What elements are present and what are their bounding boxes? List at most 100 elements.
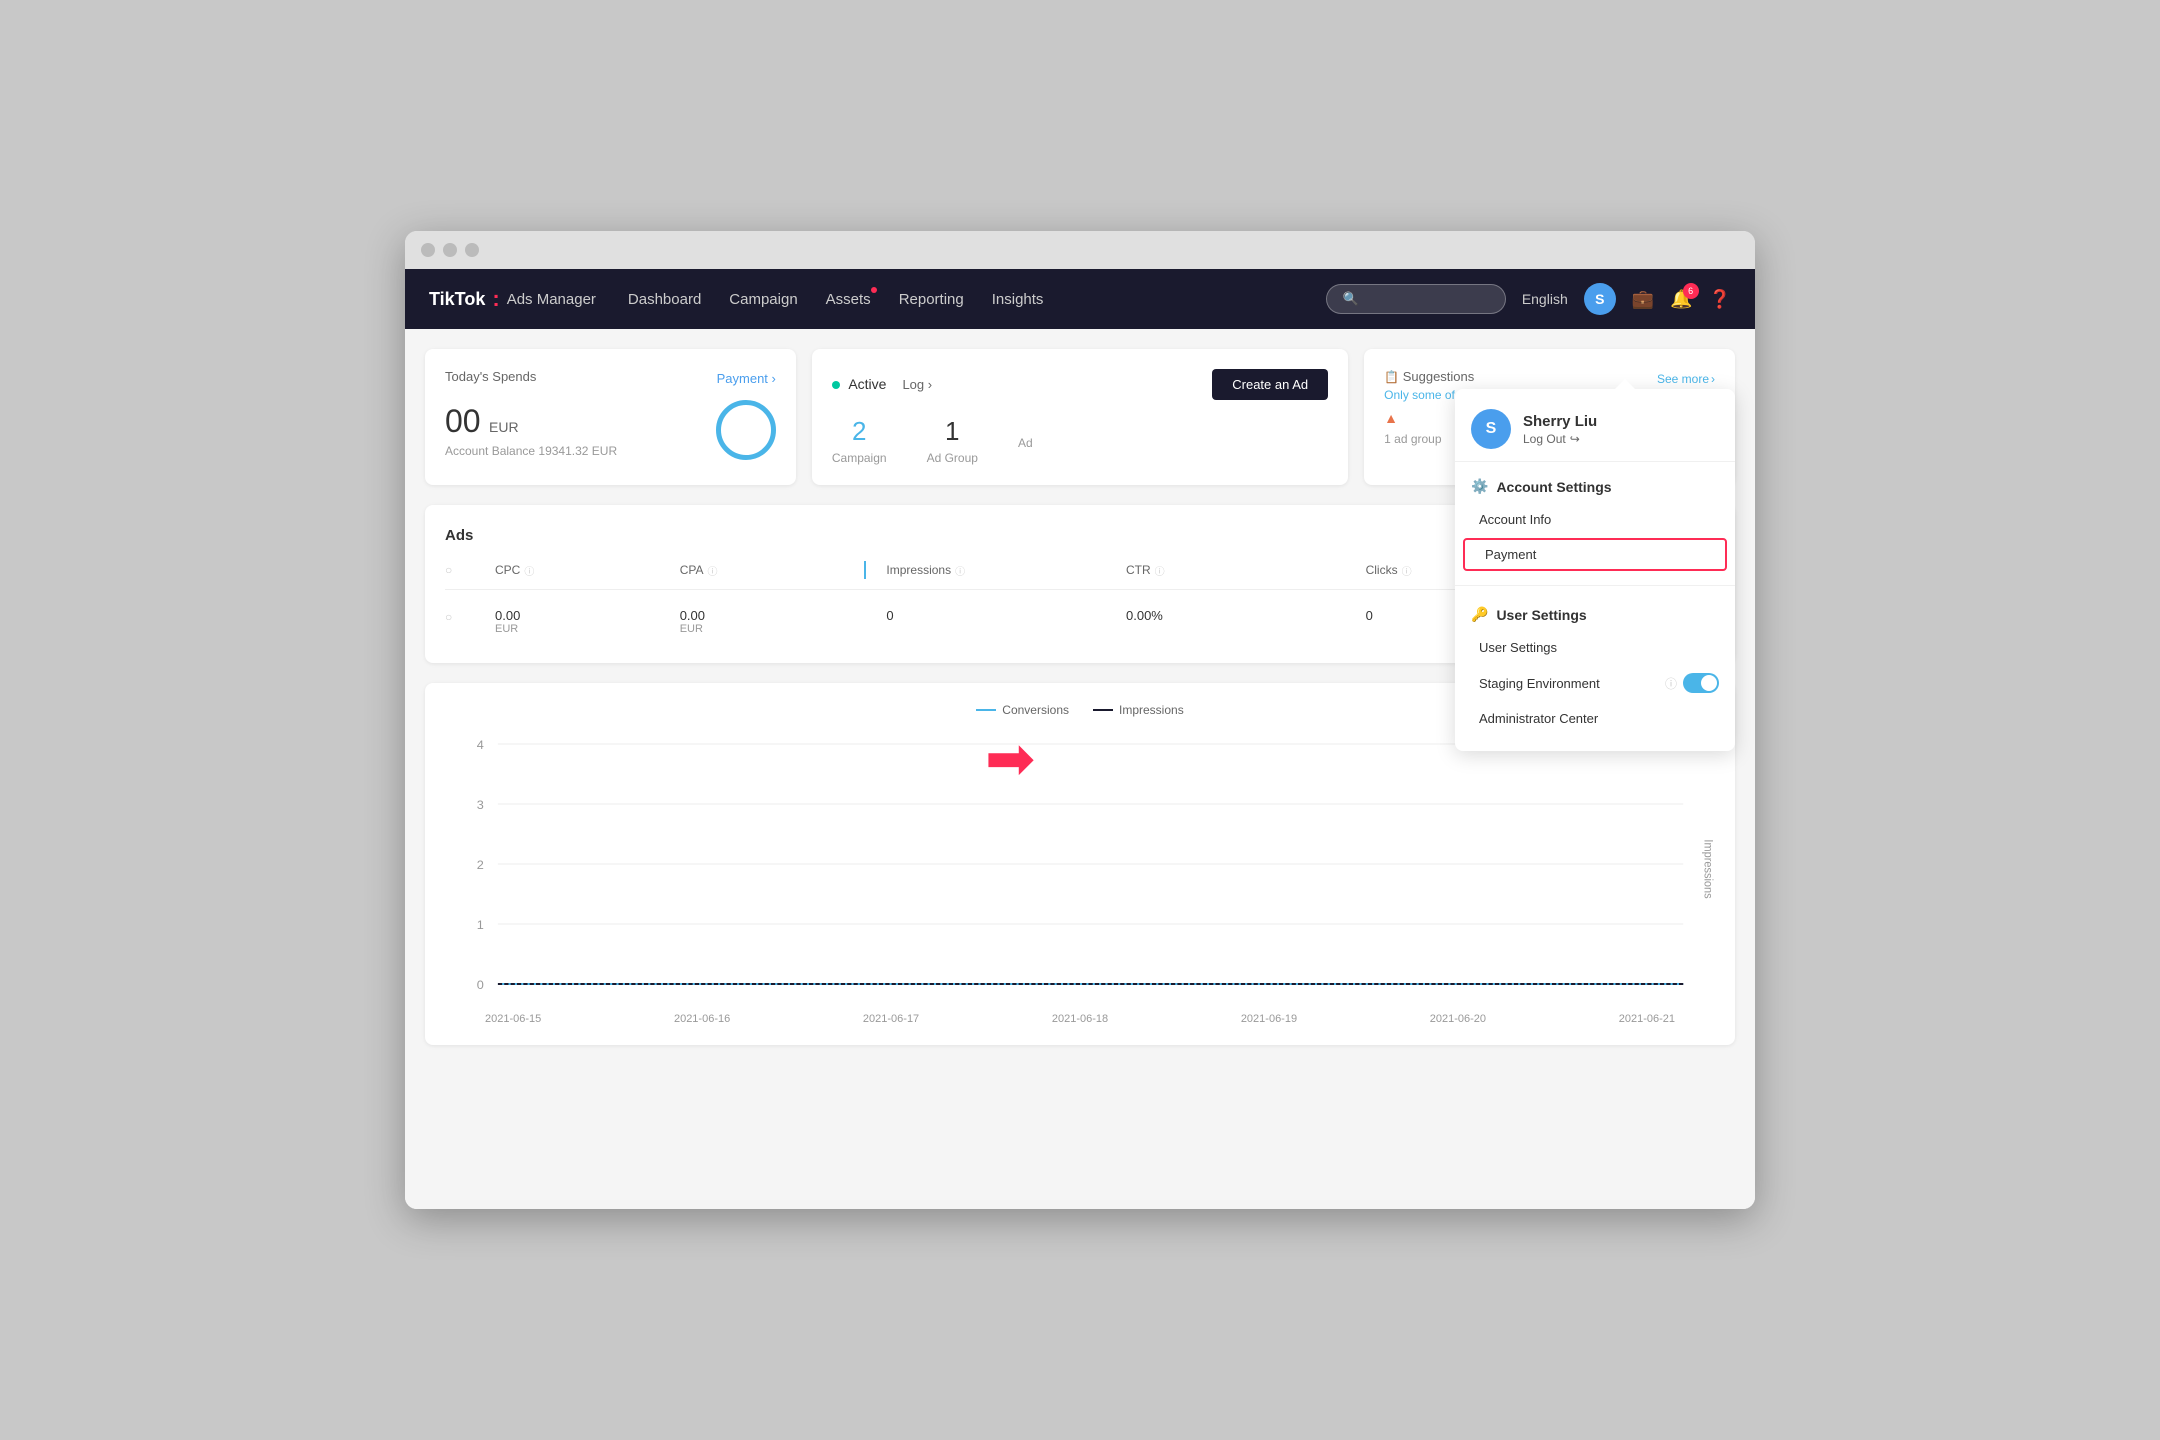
row-divider <box>864 608 866 635</box>
metric-ad: Ad <box>1018 432 1033 450</box>
metrics-row: 2 Campaign 1 Ad Group Ad <box>832 416 1328 465</box>
nav-dashboard[interactable]: Dashboard <box>628 287 701 312</box>
account-settings-section: ⚙️ Account Settings Account Info Payment <box>1455 462 1735 581</box>
payment-link[interactable]: Payment › <box>717 371 776 386</box>
red-arrow-indicator: ➡ <box>985 729 1035 789</box>
col-cpc: CPC ⓘ <box>495 561 660 579</box>
row-impressions: 0 <box>886 608 1106 635</box>
adgroup-label: Ad Group <box>927 451 978 465</box>
x-label-1: 2021-06-16 <box>674 1013 730 1025</box>
navbar-logo: TikTok : Ads Manager <box>429 288 596 310</box>
active-header: Active Log › Create an Ad <box>832 369 1328 400</box>
chart-svg: 4 3 2 1 0 Impressions <box>445 729 1715 1009</box>
nav-assets[interactable]: Assets <box>826 287 871 312</box>
account-settings-header: ⚙️ Account Settings <box>1455 470 1735 503</box>
metric-campaign: 2 Campaign <box>832 416 887 465</box>
x-label-2: 2021-06-17 <box>863 1013 919 1025</box>
x-axis-labels: 2021-06-15 2021-06-16 2021-06-17 2021-06… <box>445 1013 1715 1025</box>
spending-currency: EUR <box>489 419 519 435</box>
ad-label: Ad <box>1018 436 1033 450</box>
nav-campaign[interactable]: Campaign <box>729 287 797 312</box>
administrator-center-item[interactable]: Administrator Center <box>1455 702 1735 735</box>
browser-content: TikTok : Ads Manager Dashboard Campaign … <box>405 269 1755 1209</box>
spending-card: Today's Spends Payment › 00 EUR Account … <box>425 349 796 485</box>
logo-dot: : <box>492 288 499 310</box>
logo-ads-manager: Ads Manager <box>507 291 596 308</box>
chart-svg-container: 4 3 2 1 0 Impressions <box>445 729 1715 1009</box>
active-dot-icon <box>832 381 840 389</box>
ctr-info-icon: ⓘ <box>1155 563 1165 578</box>
user-settings-header: 🔑 User Settings <box>1455 598 1735 631</box>
active-status: Active <box>832 376 887 394</box>
clicks-info-icon: ⓘ <box>1402 563 1412 578</box>
row-checkbox[interactable]: ○ <box>445 608 475 635</box>
create-ad-button[interactable]: Create an Ad <box>1212 369 1328 400</box>
nav-reporting[interactable]: Reporting <box>899 287 964 312</box>
notification-icon[interactable]: 🔔 6 <box>1670 289 1692 310</box>
dropdown-arrow <box>1615 379 1635 389</box>
col-ctr: CTR ⓘ <box>1126 561 1346 579</box>
adgroup-count: 1 <box>927 416 978 447</box>
spending-header: Today's Spends Payment › <box>445 369 776 388</box>
dropdown-username: Sherry Liu <box>1523 413 1597 430</box>
active-card: Active Log › Create an Ad 2 Campaign 1 A… <box>812 349 1348 485</box>
search-bar[interactable]: 🔍 <box>1326 284 1506 314</box>
dropdown-divider-1 <box>1455 585 1735 586</box>
col-divider <box>864 561 866 579</box>
svg-text:Impressions: Impressions <box>1701 839 1713 899</box>
dropdown-user-info: Sherry Liu Log Out ↪ <box>1523 413 1597 446</box>
svg-text:3: 3 <box>477 798 484 812</box>
log-link[interactable]: Log › <box>902 377 932 392</box>
cpa-info-icon: ⓘ <box>708 563 718 578</box>
x-label-4: 2021-06-19 <box>1241 1013 1297 1025</box>
ads-section-title: Ads <box>445 527 473 544</box>
user-settings-item[interactable]: User Settings <box>1455 631 1735 664</box>
spending-amount-row: 00 EUR <box>445 403 617 440</box>
conversions-line-icon <box>976 709 996 711</box>
account-settings-icon: ⚙️ <box>1471 478 1488 495</box>
spending-chart <box>716 400 776 460</box>
campaign-label: Campaign <box>832 451 887 465</box>
spending-amount: 00 <box>445 403 481 439</box>
payment-item[interactable]: Payment <box>1463 538 1727 571</box>
browser-dot-2 <box>443 243 457 257</box>
checkbox-col: ○ <box>445 561 475 579</box>
staging-toggle[interactable] <box>1683 673 1719 693</box>
staging-environment-item[interactable]: Staging Environment ⓘ <box>1455 664 1735 702</box>
col-cpa: CPA ⓘ <box>680 561 845 579</box>
see-more-link[interactable]: See more › <box>1657 372 1715 386</box>
nav-links: Dashboard Campaign Assets Reporting Insi… <box>628 287 1294 312</box>
impressions-info-icon: ⓘ <box>955 563 965 578</box>
row-ctr: 0.00% <box>1126 608 1346 635</box>
staging-info-icon: ⓘ <box>1665 675 1677 692</box>
browser-dot-1 <box>421 243 435 257</box>
browser-dot-3 <box>465 243 479 257</box>
logo-tiktok: TikTok <box>429 289 485 310</box>
notification-badge: 6 <box>1683 283 1699 299</box>
balance-text: Account Balance 19341.32 EUR <box>445 444 617 458</box>
nav-insights[interactable]: Insights <box>992 287 1044 312</box>
account-info-item[interactable]: Account Info <box>1455 503 1735 536</box>
suggestions-title: 📋 Suggestions <box>1384 369 1474 384</box>
campaign-count: 2 <box>832 416 887 447</box>
row-cpc: 0.00 EUR <box>495 608 660 635</box>
svg-text:2: 2 <box>477 858 484 872</box>
dropdown-user-section: S Sherry Liu Log Out ↪ <box>1455 397 1735 462</box>
help-icon[interactable]: ❓ <box>1709 289 1731 310</box>
briefcase-icon[interactable]: 💼 <box>1632 289 1654 310</box>
logout-button[interactable]: Log Out ↪ <box>1523 432 1597 446</box>
spending-title: Today's Spends <box>445 369 536 384</box>
browser-window: TikTok : Ads Manager Dashboard Campaign … <box>405 231 1755 1209</box>
spending-info: 00 EUR Account Balance 19341.32 EUR <box>445 403 617 458</box>
search-icon: 🔍 <box>1343 291 1359 307</box>
x-label-5: 2021-06-20 <box>1430 1013 1486 1025</box>
user-settings-section: 🔑 User Settings User Settings Staging En… <box>1455 590 1735 743</box>
navbar: TikTok : Ads Manager Dashboard Campaign … <box>405 269 1755 329</box>
metric-adgroup: 1 Ad Group <box>927 416 978 465</box>
legend-conversions: Conversions <box>976 703 1069 717</box>
language-label: English <box>1522 291 1568 307</box>
svg-text:1: 1 <box>477 918 484 932</box>
row-cpa: 0.00 EUR <box>680 608 845 635</box>
user-avatar-button[interactable]: S <box>1584 283 1616 315</box>
cpc-info-icon: ⓘ <box>524 563 534 578</box>
